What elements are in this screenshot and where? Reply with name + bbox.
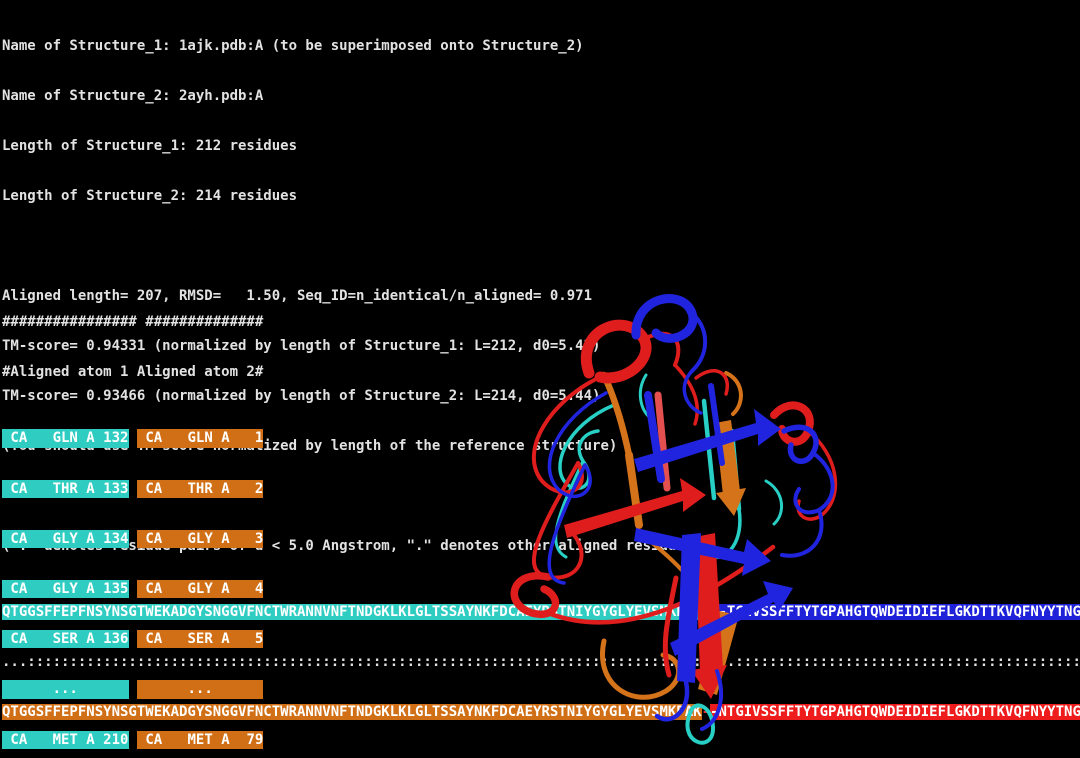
atom2-cell: ...: [137, 680, 264, 698]
structure1-length-line: Length of Structure_1: 212 residues: [2, 137, 1080, 155]
atom1-cell: CA GLY A 134: [2, 530, 129, 548]
atom2-cell: CA GLY A 4: [137, 580, 264, 598]
atom2-cell: CA SER A 5: [137, 630, 264, 648]
table-top-hash: ################ ##############: [2, 313, 263, 331]
aligned-atoms-table: ################ ############## #Aligned…: [2, 281, 263, 758]
table-row-ellipsis: ... ...: [2, 680, 263, 698]
atom2-cell: CA MET A 79: [137, 731, 264, 749]
structure1-name-line: Name of Structure_1: 1ajk.pdb:A (to be s…: [2, 37, 1080, 55]
atom1-cell: ...: [2, 680, 129, 698]
table-row: CA MET A 210 CA MET A 79: [2, 731, 263, 749]
atom1-cell: CA GLN A 132: [2, 429, 129, 447]
table-column-headers: #Aligned atom 1 Aligned atom 2#: [2, 363, 263, 381]
structure-superposition-image: [486, 283, 916, 751]
terminal-screen: Name of Structure_1: 1ajk.pdb:A (to be s…: [0, 0, 1080, 758]
table-row: CA THR A 133 CA THR A 2: [2, 480, 263, 498]
structure2-name-line: Name of Structure_2: 2ayh.pdb:A: [2, 87, 1080, 105]
table-row: CA GLN A 132 CA GLN A 1: [2, 429, 263, 447]
table-row: CA GLY A 134 CA GLY A 3: [2, 530, 263, 548]
atom1-cell: CA SER A 136: [2, 630, 129, 648]
atom2-cell: CA GLN A 1: [137, 429, 264, 447]
atom1-cell: CA MET A 210: [2, 731, 129, 749]
table-row: CA SER A 136 CA SER A 5: [2, 630, 263, 648]
blank-line: [2, 237, 1080, 255]
structure2-length-line: Length of Structure_2: 214 residues: [2, 187, 1080, 205]
table-row: CA GLY A 135 CA GLY A 4: [2, 580, 263, 598]
atom1-cell: CA THR A 133: [2, 480, 129, 498]
atom2-cell: CA GLY A 3: [137, 530, 264, 548]
atom1-cell: CA GLY A 135: [2, 580, 129, 598]
atom2-cell: CA THR A 2: [137, 480, 264, 498]
